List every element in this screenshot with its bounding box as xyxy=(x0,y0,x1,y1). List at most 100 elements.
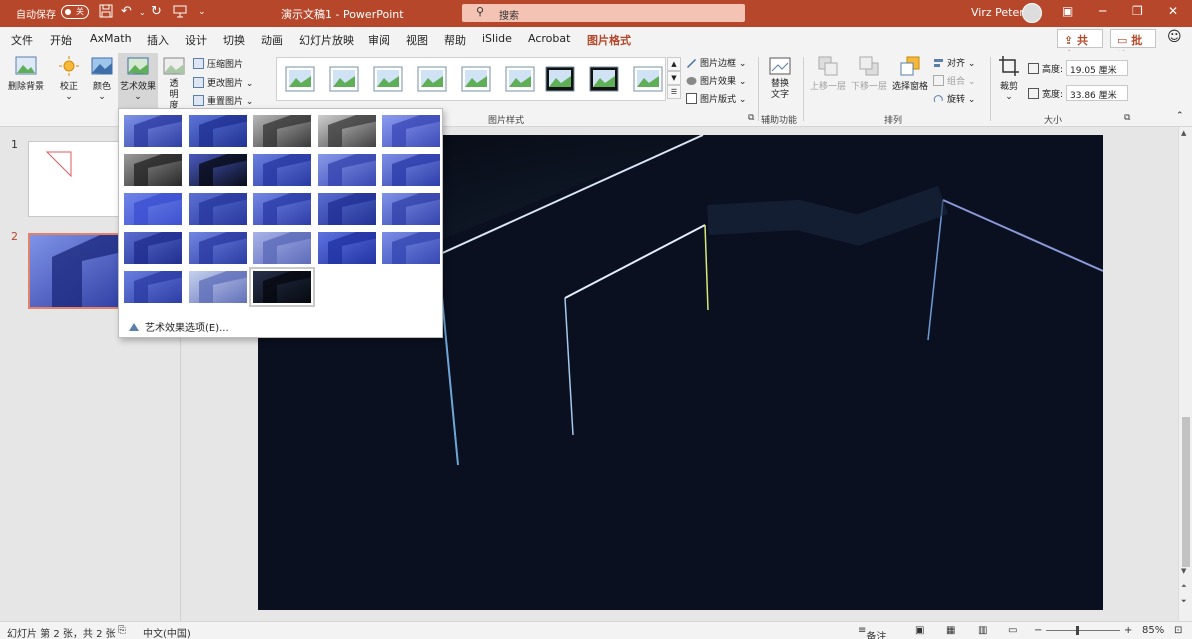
artistic-effects-options-button[interactable]: 艺术效果选项(E)... xyxy=(127,319,229,334)
bring-forward-button[interactable]: 上移一层 xyxy=(808,55,848,92)
picture-style-option[interactable] xyxy=(633,66,663,92)
previous-slide-icon[interactable]: ⏶ xyxy=(1181,582,1187,591)
zoom-slider-knob[interactable] xyxy=(1076,626,1079,635)
accessibility-icon[interactable]: ⎘ xyxy=(118,625,126,636)
change-picture-button[interactable]: 更改图片 ⌄ xyxy=(193,76,253,89)
artistic-effect-option[interactable] xyxy=(188,270,248,304)
minimize-icon[interactable]: ─ xyxy=(1099,4,1106,18)
send-backward-button[interactable]: 下移一层 xyxy=(849,55,889,92)
zoom-slider[interactable] xyxy=(1046,630,1120,631)
tab-help[interactable]: 帮助 xyxy=(444,32,466,48)
color-button[interactable]: 颜色 ⌄ xyxy=(88,55,116,102)
avatar[interactable] xyxy=(1022,3,1042,23)
picture-style-option[interactable] xyxy=(285,66,315,92)
artistic-effect-option[interactable] xyxy=(188,231,248,265)
feedback-icon[interactable]: ☺ xyxy=(1167,29,1182,45)
scroll-down-icon[interactable]: ▼ xyxy=(667,71,681,85)
tab-picture-format[interactable]: 图片格式 xyxy=(587,32,631,53)
zoom-out-icon[interactable]: − xyxy=(1034,625,1042,636)
slide-sorter-icon[interactable]: ▦ xyxy=(946,625,955,636)
scroll-up-icon[interactable]: ▲ xyxy=(1181,129,1186,137)
crop-button[interactable]: 裁剪 ⌄ xyxy=(996,55,1022,102)
tab-axmath[interactable]: AxMath xyxy=(90,32,132,45)
undo-icon[interactable]: ↶ xyxy=(121,4,132,19)
undo-dropdown-icon[interactable]: ⌄ xyxy=(139,8,146,17)
compress-pictures-button[interactable]: 压缩图片 xyxy=(193,57,243,70)
save-icon[interactable] xyxy=(99,4,113,22)
tab-slideshow[interactable]: 幻灯片放映 xyxy=(299,32,354,48)
tab-file[interactable]: 文件 xyxy=(11,32,33,48)
height-input[interactable]: 19.05 厘米 xyxy=(1066,60,1128,76)
artistic-effect-option[interactable] xyxy=(381,114,441,148)
picture-border-button[interactable]: 图片边框 ⌄ xyxy=(686,56,746,69)
artistic-effect-option[interactable] xyxy=(123,192,183,226)
slideshow-view-icon[interactable]: ▭ xyxy=(1008,625,1017,636)
artistic-effect-option[interactable] xyxy=(252,153,312,187)
notes-button[interactable]: ≡ 备注 xyxy=(858,625,886,639)
search-box[interactable]: ⚲ 搜索 xyxy=(462,4,745,22)
tab-insert[interactable]: 插入 xyxy=(147,32,169,48)
scrollbar-thumb[interactable] xyxy=(1182,417,1190,567)
zoom-in-icon[interactable]: + xyxy=(1124,625,1132,636)
remove-background-button[interactable]: 删除背景 xyxy=(6,55,46,92)
fit-slide-icon[interactable]: ⊡ xyxy=(1174,625,1182,636)
dialog-launcher-icon[interactable]: ⧉ xyxy=(748,113,754,123)
picture-style-option[interactable] xyxy=(461,66,491,92)
user-name[interactable]: Virz Peter xyxy=(971,6,1024,19)
reading-view-icon[interactable]: ▥ xyxy=(978,625,987,636)
picture-style-option[interactable] xyxy=(417,66,447,92)
artistic-effect-option[interactable] xyxy=(317,114,377,148)
tab-islide[interactable]: iSlide xyxy=(482,32,512,45)
artistic-effect-option[interactable] xyxy=(188,192,248,226)
artistic-effect-option[interactable] xyxy=(252,114,312,148)
alt-text-button[interactable]: 替换文字 xyxy=(764,55,796,101)
reset-picture-button[interactable]: 重置图片 ⌄ xyxy=(193,94,253,107)
artistic-effect-option[interactable] xyxy=(381,192,441,226)
autosave-toggle[interactable]: 关 xyxy=(61,5,89,19)
tab-view[interactable]: 视图 xyxy=(406,32,428,48)
scroll-up-icon[interactable]: ▲ xyxy=(667,57,681,71)
size-dialog-launcher-icon[interactable]: ⧉ xyxy=(1124,113,1130,123)
language[interactable]: 中文(中国) xyxy=(143,625,191,639)
width-input[interactable]: 33.86 厘米 xyxy=(1066,85,1128,101)
artistic-effect-option[interactable] xyxy=(381,153,441,187)
artistic-effects-button[interactable]: 艺术效果 ⌄ xyxy=(118,53,158,109)
rotate-button[interactable]: 旋转 ⌄ xyxy=(933,92,975,105)
more-styles-icon[interactable]: ☰ xyxy=(667,85,681,99)
tab-animations[interactable]: 动画 xyxy=(261,32,283,48)
artistic-effect-option[interactable] xyxy=(123,153,183,187)
group-button[interactable]: 组合 ⌄ xyxy=(933,74,975,87)
next-slide-icon[interactable]: ⏷ xyxy=(1181,597,1187,606)
artistic-effect-option[interactable] xyxy=(317,231,377,265)
ribbon-display-icon[interactable]: ▣ xyxy=(1062,4,1073,18)
picture-style-option[interactable] xyxy=(589,66,619,92)
vertical-scrollbar[interactable]: ▲ ▼ ⏶ ⏷ xyxy=(1178,127,1192,621)
picture-style-option[interactable] xyxy=(373,66,403,92)
zoom-level[interactable]: 85% xyxy=(1142,625,1164,636)
artistic-effect-option[interactable] xyxy=(188,153,248,187)
tab-home[interactable]: 开始 xyxy=(50,32,72,48)
customize-qat-icon[interactable]: ⌄ xyxy=(198,7,206,17)
artistic-effect-option[interactable] xyxy=(252,231,312,265)
normal-view-icon[interactable]: ▣ xyxy=(915,625,924,636)
tab-design[interactable]: 设计 xyxy=(185,32,207,48)
restore-icon[interactable]: ❐ xyxy=(1132,4,1143,18)
comments-button[interactable]: ▭ 批注 xyxy=(1110,29,1156,63)
picture-style-option[interactable] xyxy=(329,66,359,92)
tab-transitions[interactable]: 切换 xyxy=(223,32,245,48)
redo-icon[interactable]: ↻ xyxy=(151,4,162,19)
artistic-effect-option[interactable] xyxy=(123,231,183,265)
picture-styles-scroll[interactable]: ▲ ▼ ☰ xyxy=(667,57,681,101)
artistic-effect-option[interactable] xyxy=(123,114,183,148)
share-button[interactable]: ⇪ 共享 xyxy=(1057,29,1103,63)
transparency-button[interactable]: 透明度 xyxy=(161,55,187,112)
artistic-effect-option[interactable] xyxy=(249,267,315,307)
collapse-ribbon-icon[interactable]: ⌃ xyxy=(1176,111,1184,121)
picture-layout-button[interactable]: 图片版式 ⌄ xyxy=(686,92,746,105)
artistic-effect-option[interactable] xyxy=(252,192,312,226)
tab-acrobat[interactable]: Acrobat xyxy=(528,32,570,45)
artistic-effect-option[interactable] xyxy=(317,153,377,187)
picture-styles-gallery[interactable] xyxy=(276,57,666,101)
artistic-effect-option[interactable] xyxy=(188,114,248,148)
present-icon[interactable] xyxy=(173,4,187,22)
